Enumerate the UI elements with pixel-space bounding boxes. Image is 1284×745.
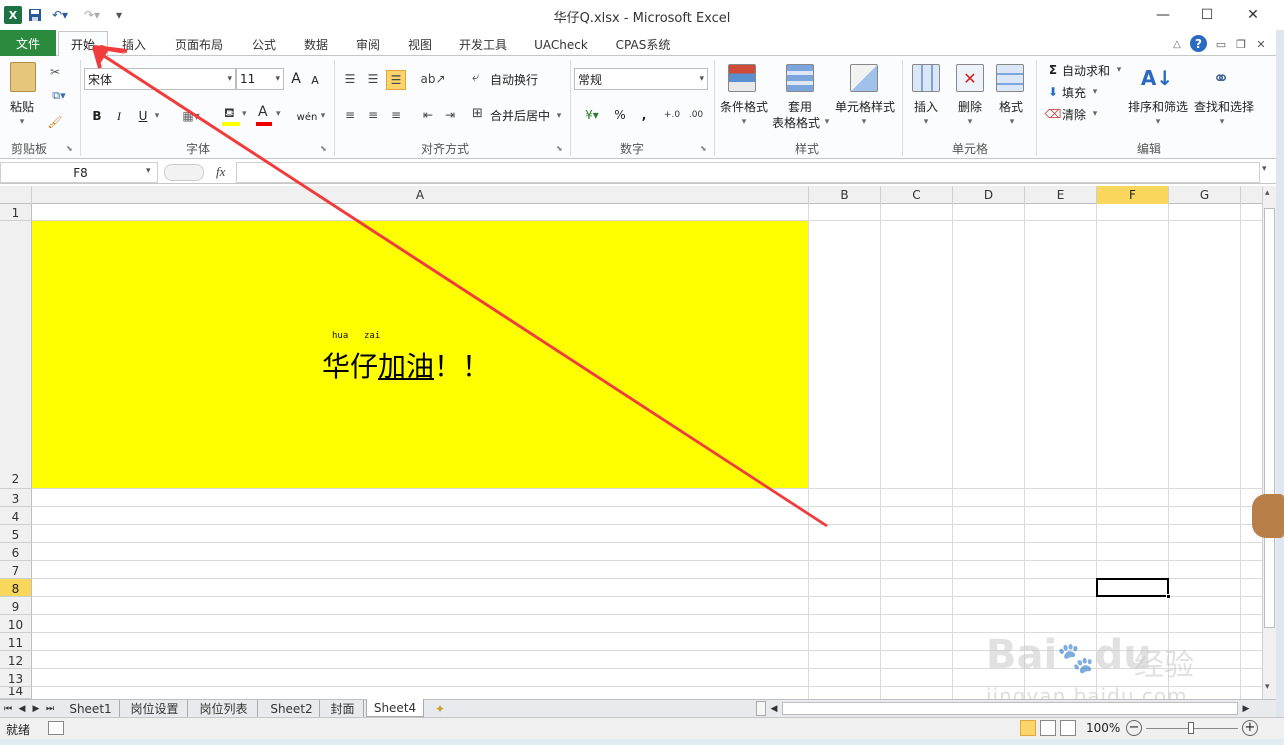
sheet-tab-sheet2[interactable]: Sheet2 (264, 700, 320, 717)
taskbar-edge (0, 739, 1284, 745)
watermark-paw-icon: 🐾 (1057, 641, 1095, 676)
sheet-tabs-bar: ⏮ ◀ ▶ ⏭ Sheet1 岗位设置 岗位列表 Sheet2 封面 Sheet… (0, 699, 1276, 717)
zoom-level[interactable]: 100% (1086, 721, 1120, 735)
scroll-right-icon[interactable]: ▶ (1240, 700, 1252, 717)
page-layout-view-icon[interactable] (1040, 720, 1056, 736)
scroll-down-icon[interactable]: ▾ (1265, 682, 1270, 692)
insert-sheet-icon[interactable]: ✦ (430, 700, 450, 717)
log-decoration-icon (1252, 494, 1284, 538)
last-sheet-icon[interactable]: ⏭ (44, 700, 56, 717)
sheet-tab-gangwei-shezhi[interactable]: 岗位设置 (122, 700, 188, 717)
zoom-out-icon[interactable]: − (1126, 720, 1142, 736)
next-sheet-icon[interactable]: ▶ (30, 700, 42, 717)
zoom-slider-thumb[interactable] (1188, 722, 1194, 734)
status-ready: 就绪 (6, 723, 31, 737)
tab-split-handle[interactable] (756, 701, 766, 716)
page-break-view-icon[interactable] (1060, 720, 1076, 736)
zoom-in-icon[interactable]: + (1242, 720, 1258, 736)
watermark-brand: Bai🐾du (986, 632, 1152, 678)
prev-sheet-icon[interactable]: ◀ (16, 700, 28, 717)
sheet-tab-sheet1[interactable]: Sheet1 (62, 700, 120, 717)
background-window-edge (1276, 30, 1284, 739)
scroll-thumb[interactable] (1264, 208, 1275, 628)
arrow-shaft (92, 47, 828, 527)
macro-record-icon[interactable] (48, 721, 64, 735)
scroll-left-icon[interactable]: ◀ (768, 700, 780, 717)
horizontal-scroll-thumb[interactable] (782, 702, 1238, 715)
normal-view-icon[interactable] (1020, 720, 1036, 736)
status-bar: 就绪 100% − + (0, 717, 1284, 739)
watermark-cn: 经验 (1134, 648, 1194, 683)
sheet-tab-sheet4[interactable]: Sheet4 (366, 699, 424, 717)
first-sheet-icon[interactable]: ⏮ (2, 700, 14, 717)
sheet-tab-gangwei-liebiao[interactable]: 岗位列表 (190, 700, 258, 717)
vertical-scrollbar[interactable]: ▴ ▾ (1262, 186, 1276, 699)
sheet-tab-fengmian[interactable]: 封面 (322, 700, 364, 717)
scroll-up-icon[interactable]: ▴ (1265, 188, 1270, 198)
